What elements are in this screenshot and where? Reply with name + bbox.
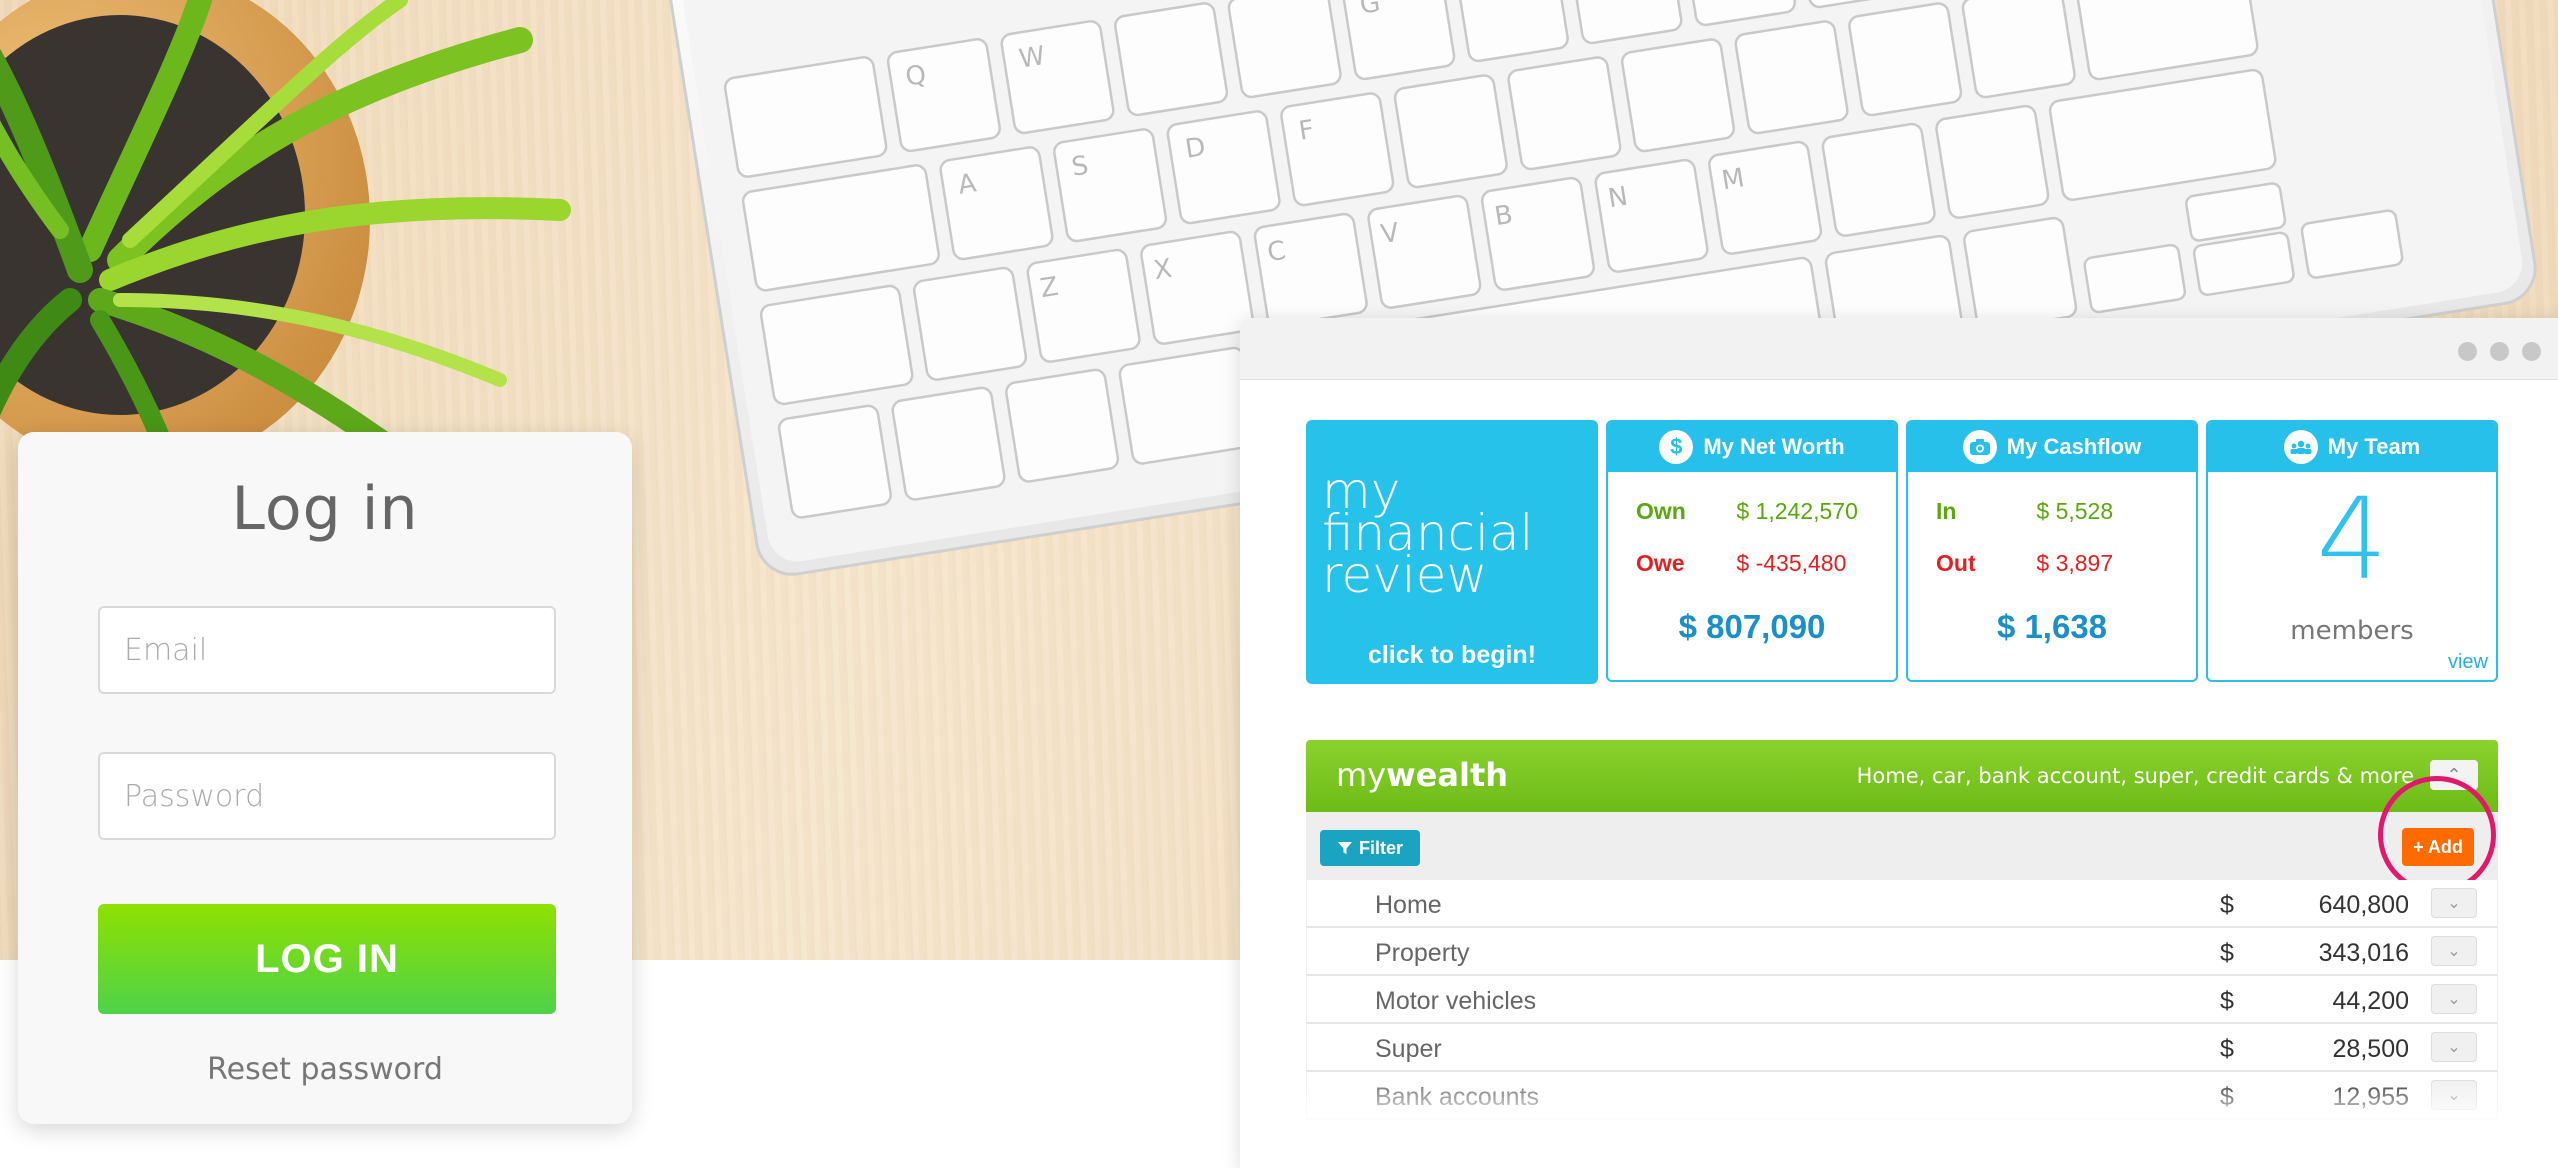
owe-label: Owe (1636, 550, 1685, 576)
net-worth-title: My Net Worth (1703, 434, 1845, 459)
group-icon (2283, 430, 2318, 464)
cashflow-header: My Cashflow (1908, 422, 2196, 472)
team-title: My Team (2327, 434, 2421, 459)
expand-row-button[interactable]: ⌄ (2431, 1032, 2477, 1062)
window-titlebar (1240, 318, 2558, 380)
bottom-fade (1240, 1078, 2558, 1168)
owe-value: $ -435,480 (1736, 550, 1847, 576)
in-value: $ 5,528 (2036, 498, 2114, 524)
highlight-circle (2378, 776, 2496, 894)
app-window: my financial review click to begin! $ My… (1240, 318, 2558, 1168)
net-worth-header: $ My Net Worth (1608, 422, 1896, 472)
team-tile[interactable]: My Team 4 members view (2206, 420, 2498, 682)
svg-text:W: W (1017, 41, 1047, 75)
own-row: Own $ 1,242,570 (1636, 498, 1858, 525)
net-worth-total: $ 807,090 (1678, 608, 1826, 645)
asset-currency: $ (2220, 1035, 2234, 1063)
team-member-count: 4 (2316, 475, 2388, 605)
cashflow-total: $ 1,638 (1996, 608, 2108, 645)
expand-row-button[interactable]: ⌄ (2431, 984, 2477, 1014)
window-dot[interactable] (2458, 342, 2477, 361)
chevron-down-icon: ⌄ (2447, 991, 2461, 1008)
asset-row[interactable]: Motor vehicles $44,200 ⌄ (1306, 976, 2498, 1024)
team-view-link[interactable]: view (2448, 651, 2488, 674)
asset-amount: 28,500 (2332, 1035, 2409, 1063)
owe-row: Owe $ -435,480 (1636, 550, 1846, 577)
login-title: Log in (231, 474, 419, 544)
chevron-down-icon: ⌄ (2447, 1039, 2461, 1056)
svg-text:G: G (1358, 0, 1383, 21)
out-value: $ 3,897 (2036, 550, 2114, 576)
chevron-down-icon: ⌄ (2447, 943, 2461, 960)
cashflow-tile[interactable]: My Cashflow In $ 5,528 Out $ 3,897 $ 1,6… (1906, 420, 2198, 682)
window-dot[interactable] (2522, 342, 2541, 361)
dollar-icon: $ (1659, 430, 1694, 464)
asset-row[interactable]: Home $640,800 ⌄ (1306, 880, 2498, 928)
net-worth-tile[interactable]: $ My Net Worth Own $ 1,242,570 Owe $ -43… (1606, 420, 1898, 682)
in-label: In (1936, 498, 1957, 524)
svg-text:M: M (1720, 163, 1747, 196)
camera-icon (1962, 430, 1997, 464)
financial-review-tile[interactable]: my financial review click to begin! (1306, 420, 1598, 684)
team-members-label: members (2290, 616, 2414, 646)
asset-currency: $ (2220, 939, 2234, 967)
out-label: Out (1936, 550, 1976, 576)
asset-amount: 640,800 (2318, 891, 2409, 919)
filter-icon (1337, 842, 1352, 854)
asset-row[interactable]: Property $343,016 ⌄ (1306, 928, 2498, 976)
expand-row-button[interactable]: ⌄ (2431, 888, 2477, 918)
window-dot[interactable] (2490, 342, 2509, 361)
cashflow-title: My Cashflow (2006, 434, 2142, 459)
wealth-title: mywealth (1336, 756, 1509, 794)
asset-currency: $ (2220, 891, 2234, 919)
own-label: Own (1636, 498, 1686, 524)
asset-name: Property (1375, 939, 1470, 967)
asset-name: Motor vehicles (1375, 987, 1537, 1015)
asset-name: Super (1375, 1035, 1442, 1063)
login-card: Log in LOG IN Reset password (18, 432, 632, 1124)
asset-amount: 343,016 (2318, 939, 2409, 967)
wealth-header: mywealth Home, car, bank account, super,… (1306, 740, 2498, 812)
password-field[interactable] (98, 752, 556, 840)
login-button[interactable]: LOG IN (98, 904, 556, 1014)
reset-password-link[interactable]: Reset password (18, 1052, 632, 1087)
review-cta[interactable]: click to begin! (1306, 641, 1598, 670)
email-field[interactable] (98, 606, 556, 694)
expand-row-button[interactable]: ⌄ (2431, 936, 2477, 966)
out-row: Out $ 3,897 (1936, 550, 2113, 577)
asset-row[interactable]: Super $28,500 ⌄ (1306, 1024, 2498, 1072)
filter-button[interactable]: Filter (1320, 830, 1420, 866)
wealth-toolbar: Filter + Add (1306, 776, 2498, 894)
asset-currency: $ (2220, 987, 2234, 1015)
review-tile-heading: my financial review (1322, 462, 1534, 604)
asset-amount: 44,200 (2332, 987, 2409, 1015)
in-row: In $ 5,528 (1936, 498, 2113, 525)
asset-name: Home (1375, 891, 1442, 919)
chevron-down-icon: ⌄ (2447, 895, 2461, 912)
own-value: $ 1,242,570 (1736, 498, 1858, 524)
wealth-subtitle: Home, car, bank account, super, credit c… (1856, 764, 2414, 788)
team-header: My Team (2208, 422, 2496, 472)
